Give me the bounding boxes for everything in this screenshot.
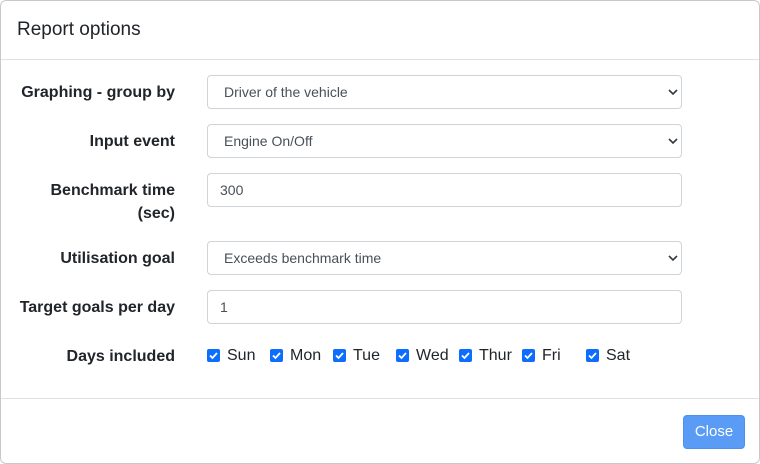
benchmark-row: Benchmark time (sec) 300 — [1, 173, 759, 225]
day-label-sat: Sat — [606, 347, 631, 364]
check-icon — [209, 352, 218, 360]
modal-title: Report options — [17, 19, 141, 40]
close-button[interactable]: Close — [683, 415, 745, 449]
day-label-wed: Wed — [416, 347, 449, 364]
benchmark-time-value: 300 — [220, 182, 244, 198]
modal-footer: Close — [1, 398, 759, 463]
day-label-tue: Tue — [353, 347, 380, 364]
utilisation-label: Utilisation goal — [60, 250, 175, 267]
day-label-sun: Sun — [227, 347, 256, 364]
checkbox-thur[interactable] — [459, 349, 472, 362]
graphing-label: Graphing - group by — [21, 84, 175, 101]
utilisation-selected-value: Exceeds benchmark time — [224, 250, 382, 266]
utilisation-goal-select[interactable]: Exceeds benchmark time — [207, 241, 682, 275]
day-label-fri: Fri — [542, 347, 561, 364]
days-label: Days included — [66, 348, 175, 365]
graphing-row: Graphing - group by Driver of the vehicl… — [1, 75, 759, 109]
day-label-thur: Thur — [479, 347, 512, 364]
target-goals-value: 1 — [220, 299, 228, 315]
checkbox-sat[interactable] — [586, 349, 599, 362]
input-event-selected-value: Engine On/Off — [224, 133, 313, 149]
day-label-mon: Mon — [290, 347, 322, 364]
benchmark-label-line1: Benchmark time — [50, 182, 176, 199]
checkbox-mon[interactable] — [270, 349, 283, 362]
check-icon — [398, 352, 407, 360]
graphing-select[interactable]: Driver of the vehicle — [207, 75, 682, 109]
check-icon — [588, 352, 597, 360]
check-icon — [524, 352, 533, 360]
check-icon — [272, 352, 281, 360]
input-event-select[interactable]: Engine On/Off — [207, 124, 682, 158]
checkbox-fri[interactable] — [522, 349, 535, 362]
chevron-down-icon — [668, 255, 678, 262]
checkbox-wed[interactable] — [396, 349, 409, 362]
target-goals-row: Target goals per day 1 — [1, 290, 759, 324]
checkbox-tue[interactable] — [333, 349, 346, 362]
chevron-down-icon — [668, 89, 678, 96]
target-goals-label: Target goals per day — [19, 299, 175, 316]
benchmark-label-line2: (sec) — [137, 205, 175, 222]
chevron-down-icon — [668, 138, 678, 145]
benchmark-label: Benchmark time (sec) — [5, 179, 176, 225]
input-event-row: Input event Engine On/Off — [1, 124, 759, 158]
utilisation-row: Utilisation goal Exceeds benchmark time — [1, 241, 759, 275]
check-icon — [335, 352, 344, 360]
input-event-label: Input event — [89, 133, 175, 150]
checkbox-sun[interactable] — [207, 349, 220, 362]
target-goals-input[interactable]: 1 — [207, 290, 682, 324]
benchmark-time-input[interactable]: 300 — [207, 173, 682, 207]
modal-header: Report options — [1, 1, 759, 60]
check-icon — [461, 352, 470, 360]
report-options-modal: Report options Graphing - group by Drive… — [0, 0, 760, 464]
graphing-selected-value: Driver of the vehicle — [224, 84, 348, 100]
days-row: Days included Sun Mon Tue Wed Thur Fri S… — [1, 345, 759, 367]
